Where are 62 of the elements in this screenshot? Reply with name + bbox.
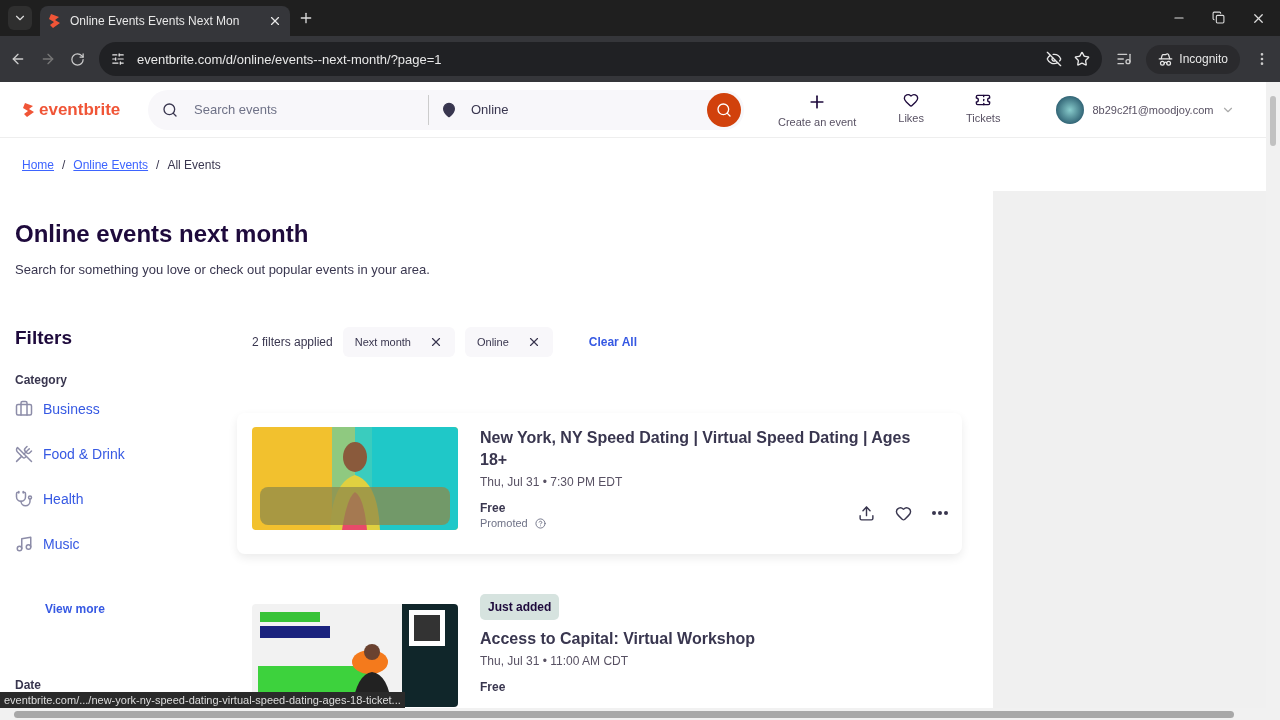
event-title[interactable]: New York, NY Speed Dating | Virtual Speed Dating | Ages 18+ bbox=[480, 427, 948, 471]
filters-heading: Filters bbox=[15, 327, 74, 349]
event-title[interactable]: Access to Capital: Virtual Workshop bbox=[480, 628, 948, 650]
nav-button[interactable]: Likes bbox=[898, 91, 924, 128]
breadcrumb-link[interactable]: Home bbox=[22, 158, 54, 172]
bookmark-star-icon[interactable] bbox=[1074, 51, 1091, 67]
map-pin-icon bbox=[441, 101, 457, 118]
just-added-badge: Just added bbox=[480, 594, 560, 620]
like-button[interactable] bbox=[895, 504, 912, 522]
account-menu[interactable]: 8b29c2f1@moodjoy.com bbox=[1050, 94, 1242, 125]
filter-chip[interactable]: Online bbox=[464, 327, 553, 357]
location-field[interactable]: Online bbox=[471, 102, 509, 117]
search-icon bbox=[162, 101, 178, 118]
search-field[interactable]: Search events bbox=[192, 101, 428, 118]
promoted-label: Promoted bbox=[480, 517, 546, 529]
event-price: Free bbox=[480, 680, 506, 694]
eventbrite-logo-icon bbox=[48, 13, 62, 29]
site-settings-icon[interactable] bbox=[111, 52, 125, 66]
share-button[interactable] bbox=[858, 504, 875, 522]
stethoscope-icon bbox=[15, 490, 33, 508]
utensils-icon bbox=[15, 445, 33, 463]
filters-applied-count: 2 filters applied bbox=[252, 335, 333, 349]
event-date: Thu, Jul 31 • 11:00 AM CDT bbox=[480, 654, 630, 668]
heart-icon bbox=[903, 91, 920, 108]
new-tab-icon[interactable] bbox=[298, 10, 314, 26]
forward-icon[interactable] bbox=[40, 51, 56, 67]
date-heading: Date bbox=[15, 678, 42, 692]
search-icon bbox=[716, 101, 732, 118]
restore-icon[interactable] bbox=[1212, 10, 1225, 24]
tab-list-button[interactable] bbox=[8, 6, 32, 30]
nav-button[interactable]: Create an event bbox=[778, 91, 857, 128]
incognito-icon bbox=[1158, 51, 1174, 67]
clear-all-link[interactable]: Clear All bbox=[588, 335, 637, 349]
more-icon bbox=[932, 511, 948, 515]
view-more-link[interactable]: View more bbox=[45, 602, 252, 616]
page-subtitle: Search for something you love or check out popular events in your area. bbox=[15, 262, 431, 277]
address-bar[interactable]: eventbrite.com/d/online/events--next-month/?page=1 bbox=[99, 42, 1103, 76]
music-note-icon bbox=[15, 535, 33, 553]
reload-icon[interactable] bbox=[70, 51, 85, 67]
category-heading: Category bbox=[15, 373, 68, 387]
filter-chip[interactable]: Next month bbox=[342, 327, 455, 357]
share-icon bbox=[858, 504, 875, 522]
browser-tab[interactable]: Online Events Events Next Mon bbox=[40, 6, 290, 36]
close-icon[interactable] bbox=[268, 14, 282, 28]
event-price: Free bbox=[480, 501, 506, 515]
incognito-button[interactable]: Incognito bbox=[1146, 44, 1240, 74]
status-url: eventbrite.com/.../new-york-ny-speed-dating-virtual-speed-dating-ages-18-ticket... bbox=[0, 692, 405, 708]
media-icon[interactable] bbox=[1116, 51, 1133, 67]
breadcrumb-separator: / bbox=[62, 158, 66, 172]
breadcrumb-current: All Events bbox=[167, 158, 221, 172]
eye-off-icon[interactable] bbox=[1046, 51, 1063, 67]
avatar bbox=[1056, 95, 1085, 124]
nav-button[interactable]: Tickets bbox=[965, 91, 1001, 128]
heart-icon bbox=[895, 504, 912, 522]
back-icon[interactable] bbox=[10, 51, 26, 67]
breadcrumb-separator: / bbox=[156, 158, 160, 172]
breadcrumb-link[interactable]: Online Events bbox=[73, 158, 149, 172]
search-button[interactable] bbox=[707, 92, 741, 127]
help-icon bbox=[534, 518, 546, 529]
briefcase-icon bbox=[15, 400, 33, 418]
event-date: Thu, Jul 31 • 7:30 PM EDT bbox=[480, 475, 624, 489]
page-title: Online events next month bbox=[15, 220, 310, 248]
